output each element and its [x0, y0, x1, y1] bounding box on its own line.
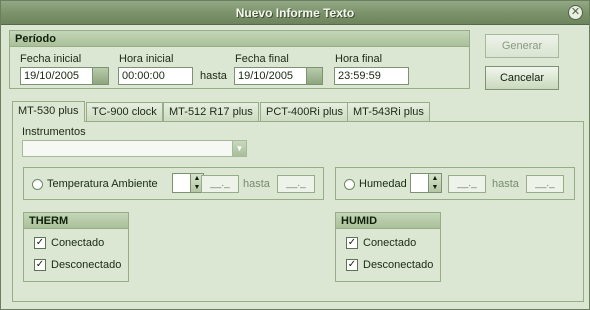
tab-pct-400ri-plus[interactable]: PCT-400Ri plus — [260, 102, 350, 121]
hora-final-label: Hora final — [335, 53, 383, 65]
title-bar[interactable]: Nuevo Informe Texto ✕ — [1, 1, 589, 25]
humid-conectado-checkbox[interactable]: ✓ — [346, 237, 358, 249]
humedad-label: Humedad — [359, 178, 407, 190]
calendar-icon[interactable] — [92, 68, 108, 84]
therm-conectado-label: Conectado — [51, 237, 105, 249]
humedad-spinner[interactable]: ▲ ▼ — [410, 173, 442, 193]
hora-final-field[interactable]: 23:59:59 — [334, 67, 409, 85]
report-dialog: Nuevo Informe Texto ✕ Período Fecha inic… — [0, 0, 590, 310]
temperatura-group: Temperatura Ambiente ▲ ▼ __._ hasta __._ — [23, 167, 324, 200]
humedad-to-field[interactable]: __._ — [526, 175, 564, 193]
hora-inicial-label: Hora inicial — [119, 53, 174, 65]
temperatura-label: Temperatura Ambiente — [47, 178, 158, 190]
humedad-from-field[interactable]: __._ — [448, 175, 486, 193]
calendar-icon[interactable] — [306, 68, 322, 84]
therm-desconectado-label: Desconectado — [51, 259, 122, 271]
periodo-group: Período Fecha inicial 19/10/2005 Hora in… — [9, 30, 470, 89]
temperatura-from-field[interactable]: __._ — [201, 175, 239, 193]
temperatura-spinner[interactable]: ▲ ▼ — [172, 173, 204, 193]
instrumentos-select[interactable]: ▼ — [22, 140, 247, 157]
instrumentos-label: Instrumentos — [22, 126, 86, 138]
tab-mt-512-r17-plus[interactable]: MT-512 R17 plus — [163, 102, 259, 121]
periodo-title: Período — [10, 31, 469, 47]
hora-inicial-field[interactable]: 00:00:00 — [118, 67, 193, 85]
tab-mt-543ri-plus[interactable]: MT-543Ri plus — [347, 102, 430, 121]
tab-mt-530-plus[interactable]: MT-530 plus — [12, 101, 85, 122]
temperatura-hasta-label: hasta — [243, 178, 270, 190]
humedad-hasta-label: hasta — [492, 178, 519, 190]
hora-final-value: 23:59:59 — [338, 70, 381, 82]
humedad-group: Humedad ▲ ▼ __._ hasta __._ — [335, 167, 575, 200]
chevron-down-icon[interactable]: ▼ — [232, 141, 246, 156]
temperatura-to-field[interactable]: __._ — [277, 175, 315, 193]
therm-conectado-checkbox[interactable]: ✓ — [34, 237, 46, 249]
humid-desconectado-label: Desconectado — [363, 259, 434, 271]
humid-title: HUMID — [336, 213, 440, 229]
temperatura-radio[interactable] — [32, 179, 43, 190]
hora-inicial-value: 00:00:00 — [122, 70, 165, 82]
humid-conectado-label: Conectado — [363, 237, 417, 249]
cancelar-button[interactable]: Cancelar — [485, 66, 559, 90]
humid-group: HUMID ✓ Conectado ✓ Desconectado — [335, 212, 441, 282]
fecha-final-label: Fecha final — [235, 53, 289, 65]
tab-panel: Instrumentos ▼ Temperatura Ambiente ▲ ▼ _… — [12, 121, 584, 302]
therm-title: THERM — [24, 213, 128, 229]
generar-button[interactable]: Generar — [485, 34, 559, 58]
fecha-inicial-value: 19/10/2005 — [24, 70, 80, 82]
fecha-inicial-label: Fecha inicial — [20, 53, 82, 65]
therm-group: THERM ✓ Conectado ✓ Desconectado — [23, 212, 129, 282]
humid-desconectado-checkbox[interactable]: ✓ — [346, 259, 358, 271]
window-title: Nuevo Informe Texto — [235, 6, 355, 20]
fecha-inicial-field[interactable]: 19/10/2005 — [20, 67, 109, 85]
tab-tc-900-clock[interactable]: TC-900 clock — [86, 102, 163, 121]
humedad-radio[interactable] — [344, 179, 355, 190]
hasta-label: hasta — [200, 70, 227, 82]
fecha-final-field[interactable]: 19/10/2005 — [234, 67, 323, 85]
therm-desconectado-checkbox[interactable]: ✓ — [34, 259, 46, 271]
spinner-icon[interactable]: ▲ ▼ — [428, 174, 441, 192]
close-icon[interactable]: ✕ — [568, 5, 583, 20]
fecha-final-value: 19/10/2005 — [238, 70, 294, 82]
